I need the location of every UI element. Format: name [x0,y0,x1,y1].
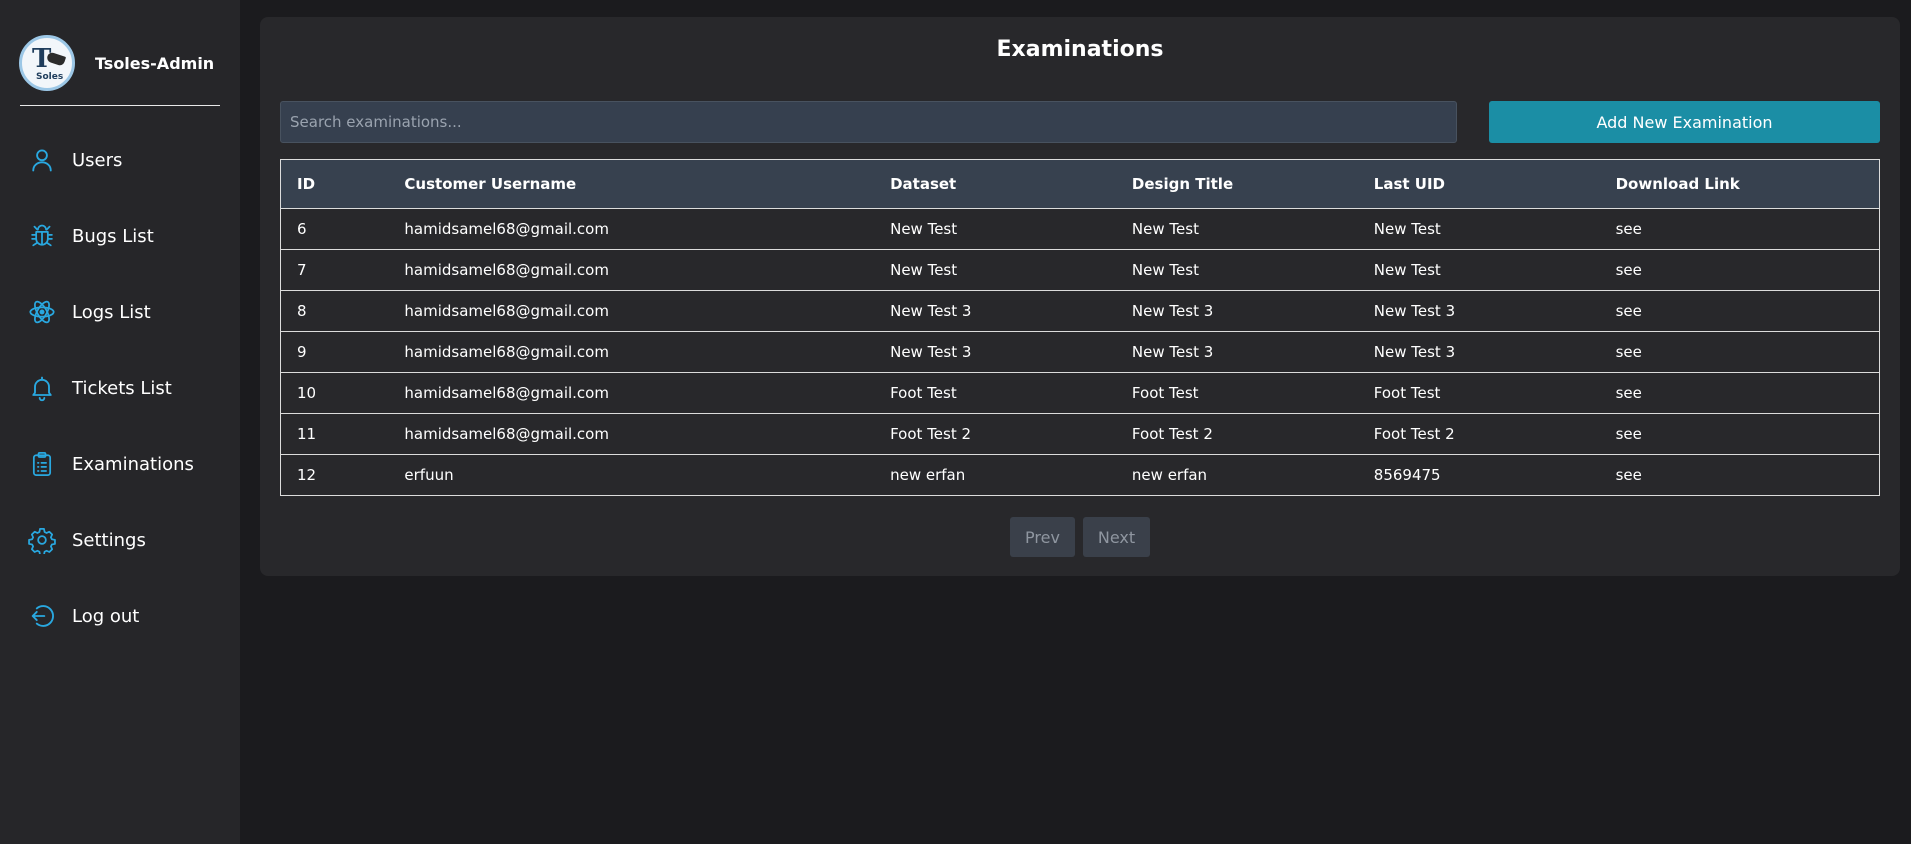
cell-last-uid: 8569475 [1357,454,1600,496]
brand-name: Tsoles-Admin [95,53,215,73]
cell-customer-username: hamidsamel68@gmail.com [388,372,875,414]
cell-design-title: New Test 3 [1115,331,1358,373]
sidebar-item-tickets-list[interactable]: Tickets List [0,350,240,426]
search-input[interactable] [280,101,1457,143]
cell-customer-username: hamidsamel68@gmail.com [388,249,875,291]
column-header-dataset: Dataset [874,159,1116,209]
cell-last-uid: Foot Test [1357,372,1600,414]
cell-dataset: New Test 3 [874,290,1116,332]
cell-customer-username: hamidsamel68@gmail.com [388,331,875,373]
page-title: Examinations [996,37,1164,62]
cell-design-title: New Test [1115,208,1358,250]
cell-id: 6 [280,208,389,250]
sidebar-item-log-out[interactable]: Log out [0,578,240,654]
cell-dataset: Foot Test [874,372,1116,414]
sidebar-item-label: Tickets List [72,377,172,399]
pagination: Prev Next [260,517,1900,557]
cell-design-title: Foot Test [1115,372,1358,414]
cell-design-title: New Test 3 [1115,290,1358,332]
sidebar-divider [20,105,220,106]
user-icon [32,149,52,172]
cell-customer-username: hamidsamel68@gmail.com [388,290,875,332]
download-link[interactable]: see [1599,290,1880,332]
atom-icon [29,300,55,324]
table-row[interactable]: 8 hamidsamel68@gmail.com New Test 3 New … [280,290,1880,332]
sidebar-item-bugs-list[interactable]: Bugs List [0,198,240,274]
sidebar-item-settings[interactable]: Settings [0,502,240,578]
column-header-download-link: Download Link [1599,159,1880,209]
examinations-table: ID Customer Username Dataset Design Titl… [280,159,1880,496]
cell-design-title: Foot Test 2 [1115,413,1358,455]
cell-id: 7 [280,249,389,291]
cell-dataset: Foot Test 2 [874,413,1116,455]
sidebar-item-users[interactable]: Users [0,122,240,198]
table-row[interactable]: 11 hamidsamel68@gmail.com Foot Test 2 Fo… [280,413,1880,455]
cell-dataset: New Test 3 [874,331,1116,373]
prev-page-button[interactable]: Prev [1010,517,1075,557]
cell-dataset: New Test [874,208,1116,250]
sidebar-item-logs-list[interactable]: Logs List [0,274,240,350]
download-link[interactable]: see [1599,454,1880,496]
bell-icon [32,376,52,402]
sidebar-item-examinations[interactable]: Examinations [0,426,240,502]
brand[interactable]: T Soles Tsoles-Admin [19,35,214,91]
table-row[interactable]: 7 hamidsamel68@gmail.com New Test New Te… [280,249,1880,291]
next-page-button[interactable]: Next [1083,517,1150,557]
sidebar-item-label: Settings [72,529,146,551]
sidebar-item-label: Examinations [72,453,194,475]
table-row[interactable]: 12 erfuun new erfan new erfan 8569475 se… [280,454,1880,496]
gear-icon [28,528,56,554]
sidebar-item-label: Log out [72,605,140,627]
sidebar-item-label: Bugs List [72,225,154,247]
bug-icon [31,224,53,247]
download-link[interactable]: see [1599,331,1880,373]
cell-id: 8 [280,290,389,332]
cell-customer-username: erfuun [388,454,875,496]
download-link[interactable]: see [1599,413,1880,455]
download-link[interactable]: see [1599,249,1880,291]
cell-last-uid: Foot Test 2 [1357,413,1600,455]
column-header-last-uid: Last UID [1357,159,1600,209]
cell-dataset: new erfan [874,454,1116,496]
table-row[interactable]: 6 hamidsamel68@gmail.com New Test New Te… [280,208,1880,250]
table-header-row: ID Customer Username Dataset Design Titl… [280,159,1880,209]
sidebar-item-label: Users [72,149,123,171]
cell-last-uid: New Test 3 [1357,331,1600,373]
download-link[interactable]: see [1599,372,1880,414]
column-header-design-title: Design Title [1115,159,1358,209]
cell-design-title: New Test [1115,249,1358,291]
column-header-customer-username: Customer Username [388,159,875,209]
table-row[interactable]: 9 hamidsamel68@gmail.com New Test 3 New … [280,331,1880,373]
cell-id: 11 [280,413,389,455]
cell-last-uid: New Test 3 [1357,290,1600,332]
logout-icon [31,605,54,627]
cell-id: 9 [280,331,389,373]
logo: T Soles [19,35,75,91]
cell-design-title: new erfan [1115,454,1358,496]
column-header-id: ID [280,159,389,209]
cell-id: 12 [280,454,389,496]
sidebar-nav: Users Bugs List Logs List Tickets List E… [0,122,240,654]
examinations-panel: Examinations Add New Examination ID Cust… [260,17,1900,576]
download-link[interactable]: see [1599,208,1880,250]
cell-customer-username: hamidsamel68@gmail.com [388,208,875,250]
sidebar: T Soles Tsoles-Admin Users Bugs List Log… [0,0,240,844]
cell-last-uid: New Test [1357,249,1600,291]
add-new-examination-button[interactable]: Add New Examination [1489,101,1880,143]
cell-dataset: New Test [874,249,1116,291]
clipboard-list-icon [32,452,52,476]
sidebar-item-label: Logs List [72,301,151,323]
table-row[interactable]: 10 hamidsamel68@gmail.com Foot Test Foot… [280,372,1880,414]
cell-customer-username: hamidsamel68@gmail.com [388,413,875,455]
cell-id: 10 [280,372,389,414]
cell-last-uid: New Test [1357,208,1600,250]
logo-word: Soles [36,72,64,82]
